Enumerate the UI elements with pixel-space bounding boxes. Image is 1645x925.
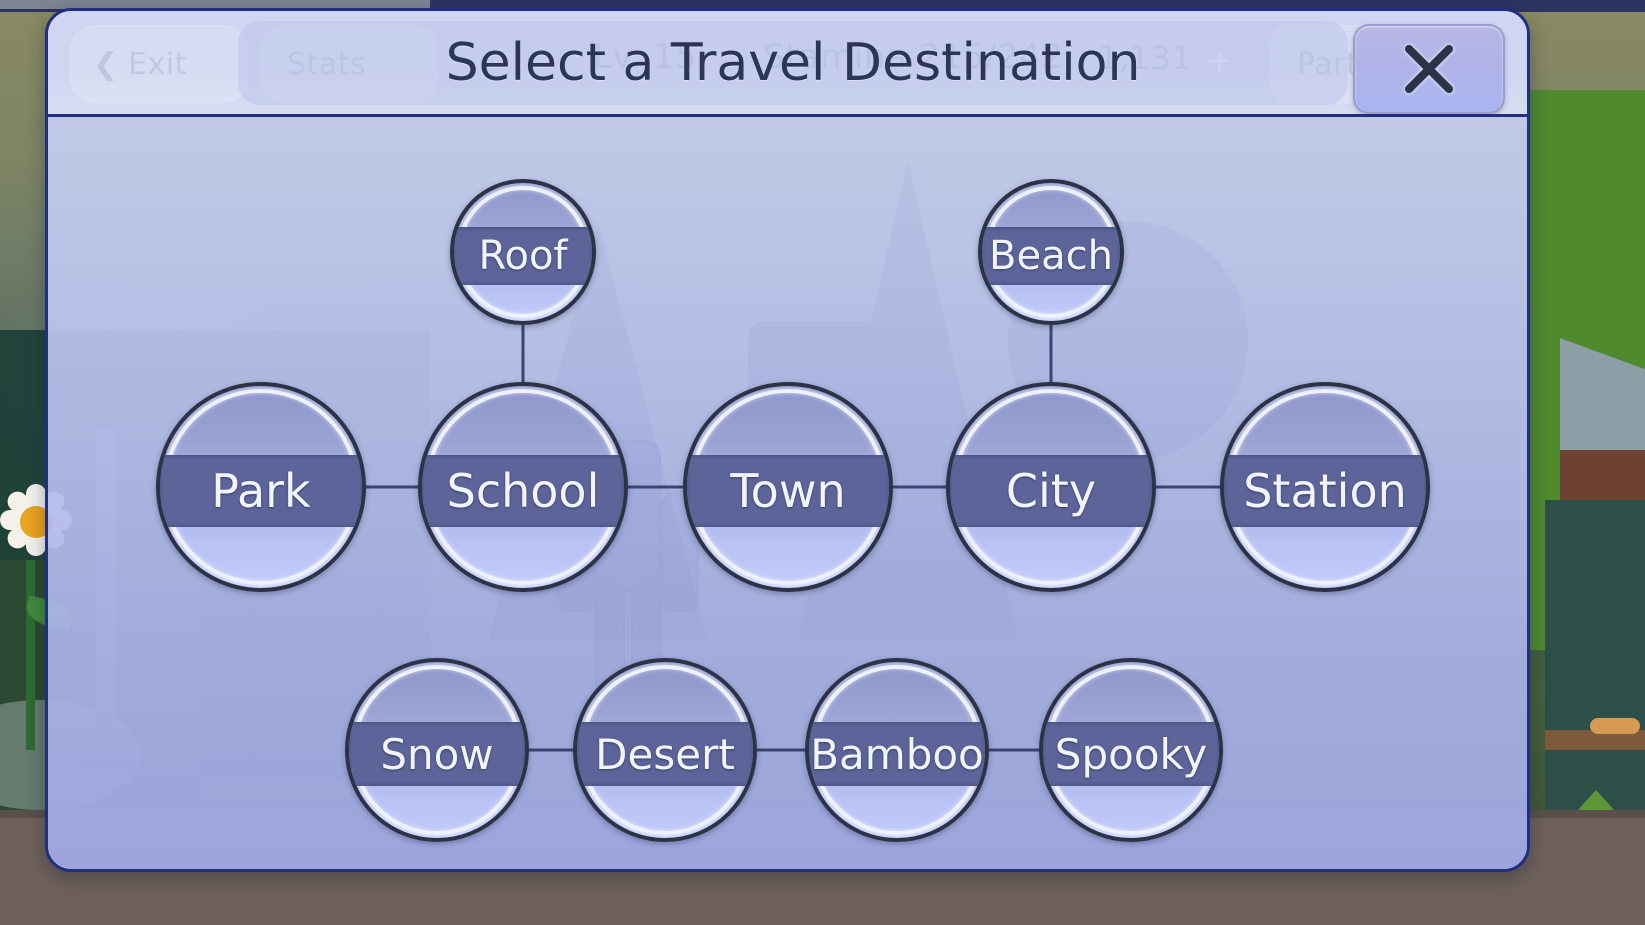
destination-node-roof[interactable]: Roof	[450, 179, 596, 325]
node-label: Beach	[989, 233, 1113, 279]
node-label: School	[446, 464, 600, 518]
ghost-exit-button: ❮ Exit	[70, 25, 248, 103]
close-button[interactable]	[1353, 24, 1505, 114]
node-label-band: Beach	[982, 227, 1120, 285]
destination-node-town[interactable]: Town	[683, 382, 893, 592]
travel-destination-dialog: ❮ Exit Stats Lv. 15 Stamina 215/242 1,13…	[45, 8, 1530, 872]
destination-node-bamboo[interactable]: Bamboo	[805, 658, 989, 842]
destination-node-station[interactable]: Station	[1220, 382, 1430, 592]
destination-node-school[interactable]: School	[418, 382, 628, 592]
node-label-band: Town	[687, 455, 889, 527]
node-label: Bamboo	[810, 729, 984, 779]
destination-node-spooky[interactable]: Spooky	[1039, 658, 1223, 842]
close-x-icon	[1405, 45, 1453, 93]
destination-node-desert[interactable]: Desert	[573, 658, 757, 842]
destination-map: Roof Beach Park School Town City Station Snow De…	[48, 117, 1527, 869]
node-label-band: Roof	[454, 227, 592, 285]
node-label: Town	[730, 464, 846, 518]
node-label-band: City	[950, 455, 1152, 527]
ghost-exit-label: Exit	[128, 46, 187, 82]
node-label-band: Desert	[577, 722, 753, 786]
node-label: Spooky	[1054, 729, 1208, 779]
destination-node-snow[interactable]: Snow	[345, 658, 529, 842]
background-flower-stem	[26, 560, 35, 750]
node-label: Snow	[380, 729, 494, 779]
node-label: Station	[1243, 464, 1407, 518]
background-teal-wall	[1545, 500, 1645, 830]
destination-node-beach[interactable]: Beach	[978, 179, 1124, 325]
ghost-chevron-left-icon: ❮	[93, 46, 119, 82]
dialog-header: ❮ Exit Stats Lv. 15 Stamina 215/242 1,13…	[48, 11, 1527, 117]
destination-node-park[interactable]: Park	[156, 382, 366, 592]
node-label-band: Bamboo	[809, 722, 985, 786]
node-label-band: Spooky	[1043, 722, 1219, 786]
node-label-band: Station	[1224, 455, 1426, 527]
node-label: City	[1005, 464, 1097, 518]
node-label-band: Park	[160, 455, 362, 527]
node-label-band: Snow	[349, 722, 525, 786]
node-label: Park	[211, 464, 311, 518]
destination-node-city[interactable]: City	[946, 382, 1156, 592]
dialog-title-bar: Select a Travel Destination	[238, 21, 1348, 105]
background-prop	[1590, 718, 1640, 734]
node-label: Roof	[478, 233, 568, 279]
node-label: Desert	[595, 729, 735, 779]
node-label-band: School	[422, 455, 624, 527]
page-title: Select a Travel Destination	[445, 33, 1141, 93]
